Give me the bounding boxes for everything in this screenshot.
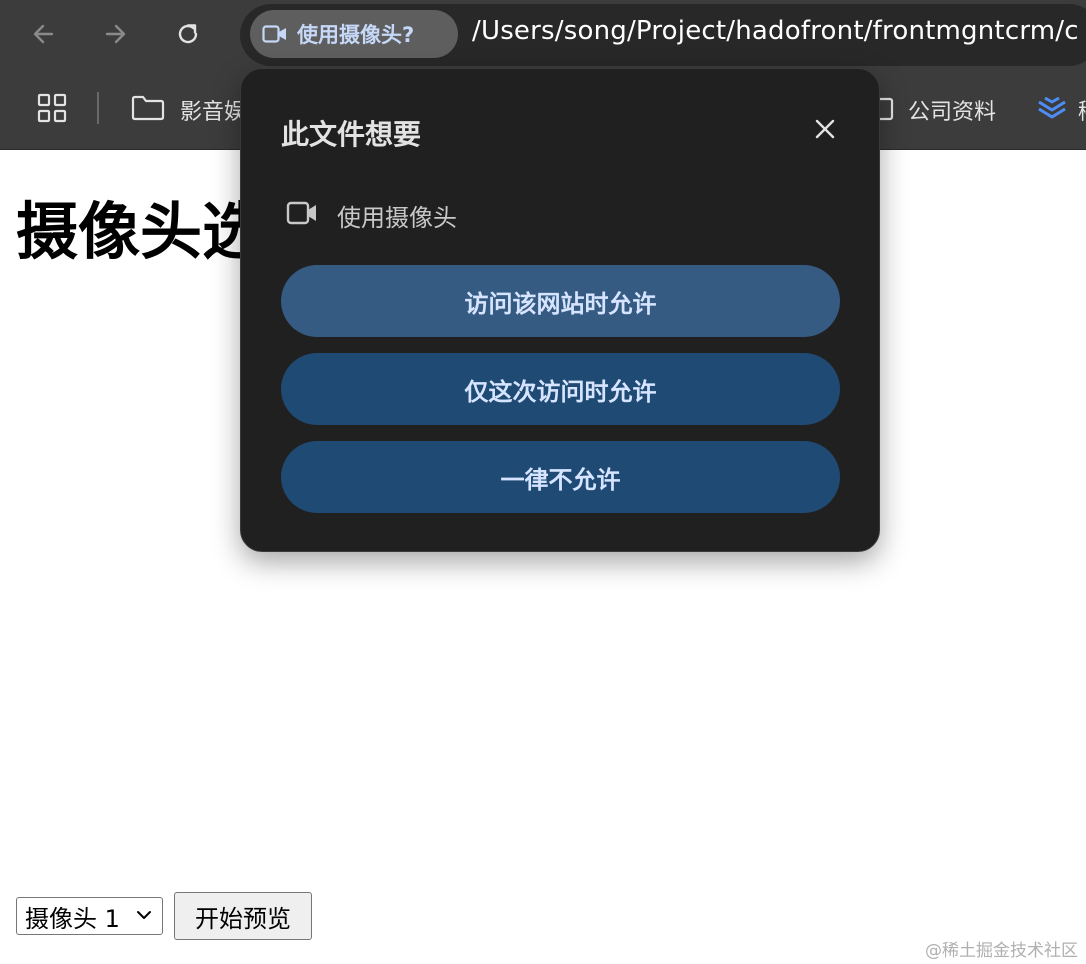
permission-dialog: 此文件想要 使用摄像头 访问该网站时允许 仅这次访问时允许 一律不允许 [240,68,880,552]
start-preview-button[interactable]: 开始预览 [174,892,312,940]
watermark: @稀土掘金技术社区 [925,941,1078,961]
bookmark-item-label[interactable]: 稀 [1078,94,1086,126]
chevron-down-icon [137,911,151,919]
layers-icon [1038,96,1066,119]
dialog-title: 此文件想要 [281,118,422,151]
never-allow-button[interactable]: 一律不允许 [281,441,840,513]
arrow-right-icon [105,24,126,44]
url-text[interactable]: /Users/song/Project/hadofront/frontmgntc… [472,16,1079,46]
camera-permission-chip[interactable]: 使用摄像头? [250,10,458,58]
bookmark-item-label[interactable]: 公司资料 [908,94,996,126]
apps-grid-icon[interactable] [37,93,67,123]
bookmark-item-label[interactable]: 影音娱 [180,94,246,126]
video-camera-icon [286,201,316,225]
reload-button[interactable] [168,14,208,54]
allow-while-visiting-button[interactable]: 访问该网站时允许 [281,265,840,337]
bookmarks-divider [97,92,99,124]
allow-this-time-button[interactable]: 仅这次访问时允许 [281,353,840,425]
close-icon [815,119,835,139]
close-button[interactable] [811,115,839,143]
back-button[interactable] [24,14,64,54]
arrow-left-icon [33,24,54,44]
reload-icon [178,24,198,44]
permission-chip-label: 使用摄像头? [297,23,415,47]
forward-button[interactable] [95,14,135,54]
camera-select-value: 摄像头 1 [25,904,120,933]
permission-label: 使用摄像头 [337,204,457,232]
page-title: 摄像头选 [16,195,265,268]
camera-select[interactable]: 摄像头 1 [16,897,163,935]
folder-icon [131,95,165,121]
video-camera-icon [262,25,286,43]
